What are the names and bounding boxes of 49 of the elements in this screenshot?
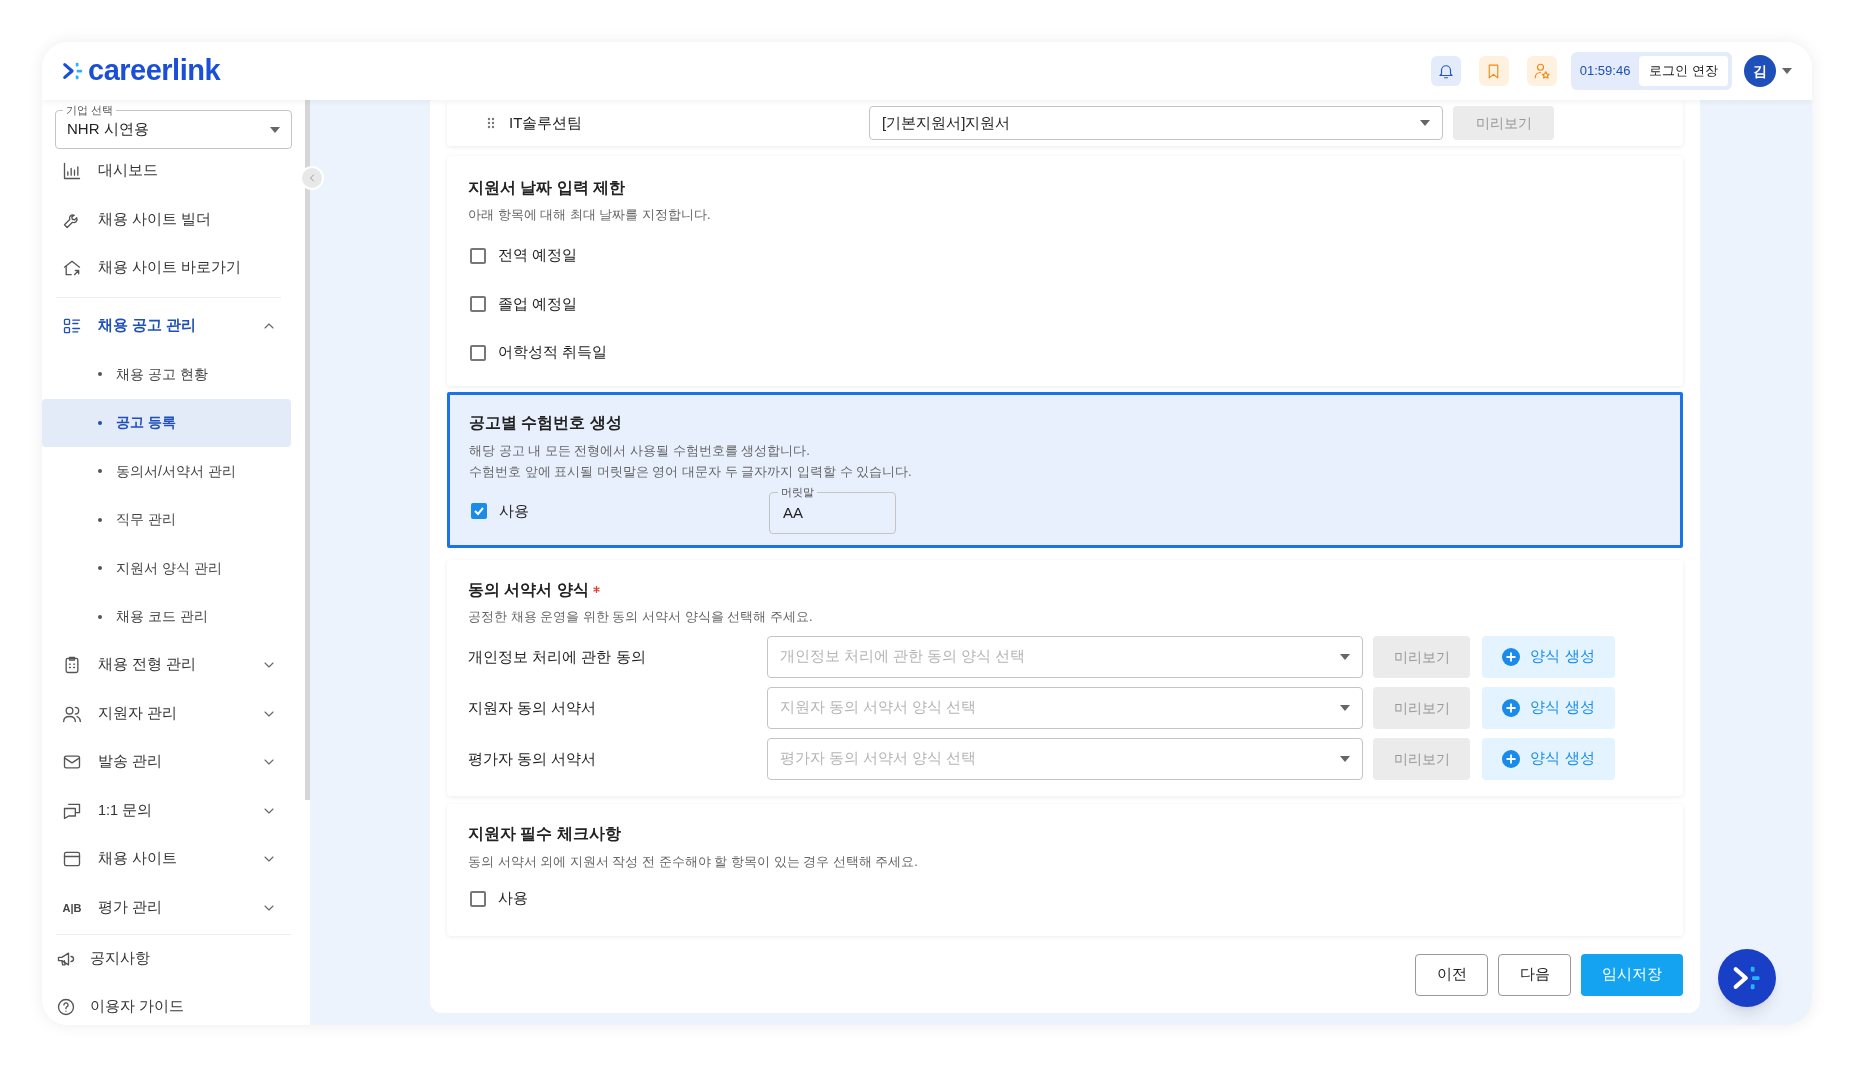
session-timer: 01:59:46 [1579, 62, 1631, 81]
nav-item[interactable]: 채용 사이트 바로가기 [46, 244, 291, 293]
checkbox-label: 전역 예정일 [498, 245, 578, 266]
nav-group[interactable]: A|B 평가 관리 [46, 883, 291, 932]
nav-group[interactable]: 발송 관리 [46, 738, 291, 787]
nav-subitem[interactable]: 채용 코드 관리 [42, 592, 291, 641]
form-select[interactable]: [기본지원서]지원서 [869, 106, 1443, 140]
placeholder: 지원자 동의 서약서 양식 선택 [780, 698, 977, 718]
nav-subitem[interactable]: 동의서/서약서 관리 [42, 447, 291, 496]
section-description: 공정한 채용 운영을 위한 동의 서약서 양식을 선택해 주세요. [468, 608, 814, 627]
avatar[interactable]: 김 [1744, 55, 1776, 87]
nav-item[interactable]: 이용자 가이드 [52, 983, 305, 1025]
section-title: 공고별 수험번호 생성 [469, 412, 623, 433]
checkbox-label: 사용 [498, 888, 528, 909]
nav-subitem[interactable]: 채용 공고 현황 [42, 350, 291, 399]
select-label: 기업 선택 [63, 103, 117, 117]
nav-subitem[interactable]: 지원서 양식 관리 [42, 544, 291, 593]
nav-group[interactable]: 1:1 문의 [46, 786, 291, 835]
field-label: 머릿말 [778, 485, 817, 499]
section-title: 지원자 필수 체크사항 [468, 824, 622, 845]
section-title: 지원서 날짜 입력 제한 [468, 178, 626, 198]
nav-subitem[interactable]: 직무 관리 [42, 495, 291, 544]
nav-item[interactable]: 채용 사이트 빌더 [46, 195, 291, 244]
team-name: IT솔루션팀 [509, 112, 584, 133]
nav-group[interactable]: 지원자 관리 [46, 689, 291, 738]
section-description: 해당 공고 내 모든 전형에서 사용될 수험번호를 생성합니다. [469, 442, 811, 460]
placeholder: 평가자 동의 서약서 양식 선택 [780, 749, 977, 769]
checkbox-label: 졸업 예정일 [498, 293, 578, 314]
nav-group[interactable]: 채용 전형 관리 [46, 641, 291, 690]
nav-subitem[interactable]: 공고 등록 [42, 398, 291, 447]
row-label: 평가자 동의 서약서 [468, 749, 598, 769]
nav-group[interactable]: 채용 사이트 [46, 835, 291, 884]
row-label: 개인정보 처리에 관한 동의 [468, 647, 647, 667]
section-description: 수험번호 앞에 표시될 머릿말은 영어 대문자 두 글자까지 입력할 수 있습니다. [469, 463, 913, 481]
ab-test-icon: A|B [62, 899, 82, 916]
nav-item[interactable]: 대시보드 [46, 147, 291, 196]
section-description: 아래 항목에 대해 최대 날짜를 지정합니다. [468, 206, 712, 225]
nav-group[interactable]: 채용 공고 관리 [46, 301, 291, 350]
extend-login-button[interactable]: 로그인 연장 [1639, 56, 1728, 86]
row-label: 지원자 동의 서약서 [468, 698, 598, 718]
placeholder: 개인정보 처리에 관한 동의 양식 선택 [780, 647, 1026, 667]
section-title: 동의 서약서 양식 [468, 580, 589, 600]
logo[interactable]: careerlink [62, 49, 221, 93]
nav-item[interactable]: 공지사항 [52, 935, 305, 983]
section-description: 동의 서약서 외에 지원서 작성 전 준수해야 할 항목이 있는 경우 선택해 주세요. [468, 852, 919, 871]
nav-button[interactable]: 다음 [1498, 953, 1571, 996]
checkbox-label: 사용 [499, 500, 529, 521]
nav-button[interactable]: 이전 [1415, 953, 1488, 996]
checkbox-label: 어학성적 취득일 [498, 342, 608, 363]
